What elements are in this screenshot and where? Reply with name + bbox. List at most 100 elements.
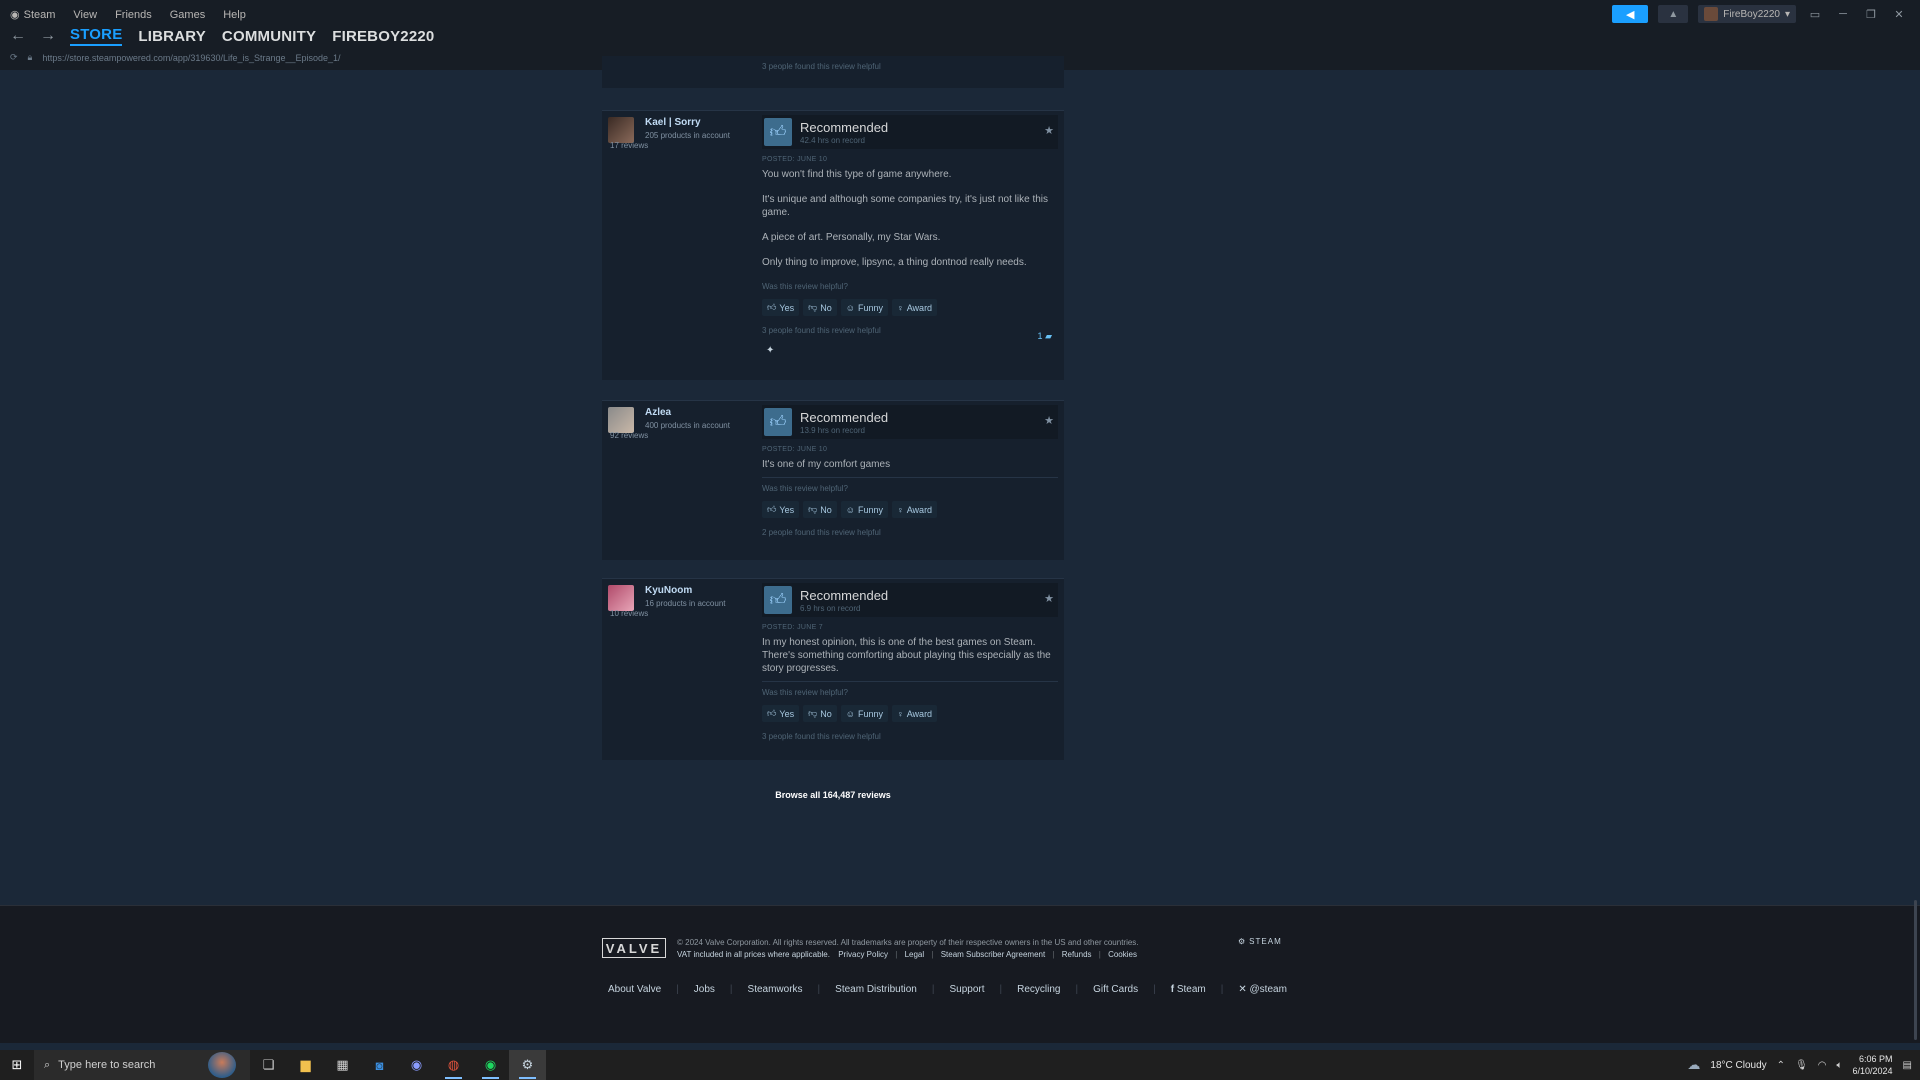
vote-funny-button[interactable]: ☺ Funny [840, 299, 888, 316]
network-icon[interactable]: ◠ [1818, 1060, 1827, 1071]
footer-link-facebook[interactable]: f Steam [1171, 984, 1206, 995]
vote-funny-button[interactable]: ☺ Funny [840, 705, 888, 722]
tab-profile[interactable]: FIREBOY2220 [332, 28, 434, 45]
taskbar-clock[interactable]: 6:06 PM 6/10/2024 [1853, 1053, 1893, 1077]
reload-icon[interactable]: ⟳ [10, 52, 18, 63]
award-button[interactable]: ♀ Award [891, 705, 938, 722]
comment-count-button[interactable]: 1 ▰ [1038, 331, 1052, 342]
page-scrollbar[interactable] [1914, 900, 1917, 1040]
award-star-icon[interactable]: ★ [1044, 124, 1054, 137]
windows-start-icon[interactable]: ⊞ [0, 1050, 34, 1080]
separator: | [895, 950, 898, 959]
separator: | [817, 984, 821, 995]
menu-bar: ◉ Steam View Friends Games Help [10, 8, 246, 22]
award-star-icon[interactable]: ★ [1044, 414, 1054, 427]
review-verdict-header[interactable]: 👍︎ Recommended 13.9 hrs on record ★ [762, 405, 1058, 439]
author-reviews[interactable]: 17 reviews [610, 141, 648, 150]
outlook-icon[interactable]: ◙ [361, 1050, 398, 1080]
subscriber-agreement-link[interactable]: Steam Subscriber Agreement [941, 950, 1046, 959]
big-picture-icon[interactable]: ▭ [1806, 8, 1824, 21]
steam-taskbar-icon[interactable]: ⚙ [509, 1050, 546, 1080]
footer-link-about-valve[interactable]: About Valve [608, 984, 661, 995]
vote-no-button[interactable]: 👎︎ No [803, 501, 837, 518]
award-star-icon[interactable]: ★ [1044, 592, 1054, 605]
avatar[interactable] [608, 585, 634, 611]
steam-logo[interactable]: ⚙ STEAM [1238, 937, 1282, 946]
tab-store[interactable]: STORE [70, 26, 123, 46]
author-name[interactable]: Kael | Sorry [645, 117, 701, 128]
back-arrow-icon[interactable]: ← [10, 27, 26, 45]
vote-yes-button[interactable]: 👍︎ Yes [762, 299, 800, 316]
award-button[interactable]: ♀ Award [891, 299, 938, 316]
minimize-icon[interactable]: ─ [1834, 8, 1852, 20]
author-name[interactable]: KyuNoom [645, 585, 692, 596]
chevron-up-icon[interactable]: ⌃ [1777, 1060, 1785, 1071]
award-button[interactable]: ♀ Award [891, 501, 938, 518]
microsoft-store-icon[interactable]: ▦ [324, 1050, 361, 1080]
privacy-policy-link[interactable]: Privacy Policy [838, 950, 888, 959]
vote-yes-button[interactable]: 👍︎ Yes [762, 501, 800, 518]
valve-logo[interactable]: VALVE [602, 938, 666, 958]
menu-steam[interactable]: ◉ Steam [10, 8, 55, 22]
vote-yes-button[interactable]: 👍︎ Yes [762, 705, 800, 722]
speaker-icon[interactable]: 🔈︎ [1837, 1060, 1843, 1071]
announcements-button[interactable]: ◀ [1612, 5, 1649, 23]
menu-friends[interactable]: Friends [115, 8, 152, 21]
vote-no-button[interactable]: 👎︎ No [803, 705, 837, 722]
microphone-icon[interactable]: 🎙︎ [1795, 1060, 1808, 1071]
author-reviews[interactable]: 10 reviews [610, 609, 648, 618]
forward-arrow-icon[interactable]: → [40, 27, 56, 45]
footer-link-jobs[interactable]: Jobs [694, 984, 715, 995]
avatar[interactable] [608, 407, 634, 433]
separator: | [999, 984, 1003, 995]
top-right-controls: ◀ ▲ FireBoy2220 ▾ ▭ ─ ❐ ✕ [1612, 5, 1908, 23]
tab-library[interactable]: LIBRARY [138, 28, 206, 45]
review-card: KyuNoom 16 products in account 10 review… [602, 578, 1064, 760]
browse-all-reviews-link[interactable]: Browse all 164,487 reviews [602, 790, 1064, 800]
close-icon[interactable]: ✕ [1890, 8, 1908, 21]
author-reviews[interactable]: 92 reviews [610, 431, 648, 440]
refunds-link[interactable]: Refunds [1062, 950, 1092, 959]
review-body: 👍︎ Recommended 42.4 hrs on record ★ POST… [762, 111, 1058, 356]
notifications-button[interactable]: ▲ [1658, 5, 1689, 23]
chrome-icon[interactable]: ◍ [435, 1050, 472, 1080]
vote-no-button[interactable]: 👎︎ No [803, 299, 837, 316]
file-explorer-icon[interactable]: ▆ [287, 1050, 324, 1080]
review-card: Kael | Sorry 205 products in account 17 … [602, 110, 1064, 380]
thumbs-up-icon: 👍︎ [764, 586, 792, 614]
helpful-question: Was this review helpful? [762, 484, 848, 493]
discord-icon[interactable]: ◉ [398, 1050, 435, 1080]
task-view-icon[interactable]: ❏ [250, 1050, 287, 1080]
menu-help[interactable]: Help [223, 8, 246, 21]
maximize-icon[interactable]: ❐ [1862, 8, 1880, 21]
footer-link-x[interactable]: ✕ @steam [1238, 984, 1287, 995]
received-award-icon[interactable]: ✦ [766, 345, 1058, 356]
taskbar-search-box[interactable]: ⌕ Type here to search [34, 1050, 250, 1080]
footer-link-recycling[interactable]: Recycling [1017, 984, 1060, 995]
legal-link[interactable]: Legal [905, 950, 925, 959]
legal-links: VAT included in all prices where applica… [677, 949, 1139, 961]
footer-link-gift-cards[interactable]: Gift Cards [1093, 984, 1138, 995]
review-card-prev: 3 people found this review helpful [602, 56, 1064, 88]
cookies-link[interactable]: Cookies [1108, 950, 1137, 959]
vote-funny-button[interactable]: ☺ Funny [840, 501, 888, 518]
helpful-question: Was this review helpful? [762, 688, 848, 697]
windows-taskbar: ⊞ ⌕ Type here to search ❏ ▆ ▦ ◙ ◉ ◍ ◉ ⚙ … [0, 1050, 1920, 1080]
weather-text[interactable]: 18°C Cloudy [1710, 1060, 1766, 1071]
review-verdict-header[interactable]: 👍︎ Recommended 42.4 hrs on record ★ [762, 115, 1058, 149]
footer-link-steamworks[interactable]: Steamworks [748, 984, 803, 995]
footer-link-steam-distribution[interactable]: Steam Distribution [835, 984, 917, 995]
menu-games[interactable]: Games [170, 8, 205, 21]
review-verdict-header[interactable]: 👍︎ Recommended 6.9 hrs on record ★ [762, 583, 1058, 617]
url-bar: ⟳ 🔒︎ https://store.steampowered.com/app/… [10, 52, 341, 63]
author-name[interactable]: Azlea [645, 407, 671, 418]
spotify-icon[interactable]: ◉ [472, 1050, 509, 1080]
notifications-icon[interactable]: ▤ [1903, 1060, 1912, 1071]
account-menu-button[interactable]: FireBoy2220 ▾ [1698, 5, 1796, 23]
menu-view[interactable]: View [73, 8, 97, 21]
tab-community[interactable]: COMMUNITY [222, 28, 316, 45]
footer-link-support[interactable]: Support [949, 984, 984, 995]
url-text[interactable]: https://store.steampowered.com/app/31963… [42, 53, 340, 63]
avatar[interactable] [608, 117, 634, 143]
search-placeholder: Type here to search [58, 1059, 156, 1071]
